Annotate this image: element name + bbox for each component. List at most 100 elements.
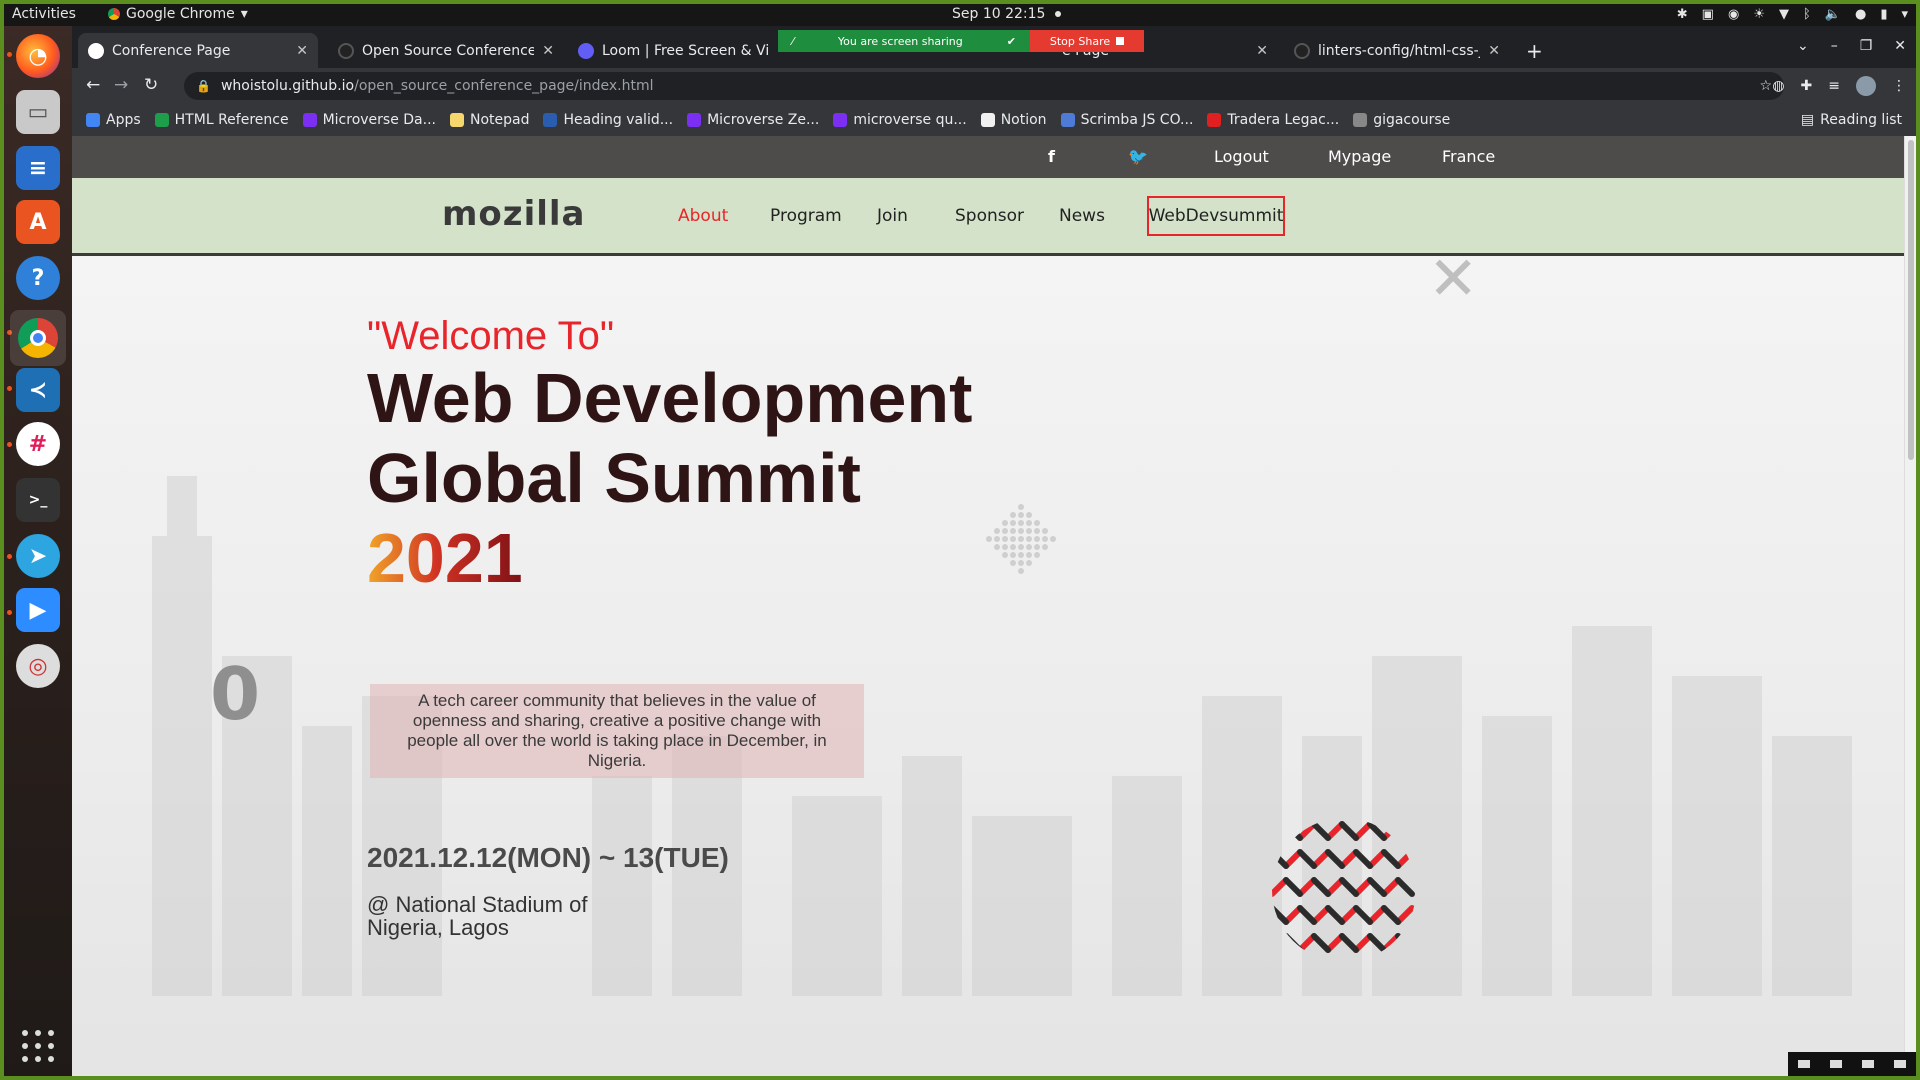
zoom-icon[interactable]: ▶ (16, 588, 60, 632)
recorder-layout-icon[interactable] (1862, 1060, 1874, 1068)
hero-section: ✕ 0 "Welcome To" Web Development Global … (72, 256, 1904, 1076)
system-tray[interactable]: ✱ ▣ ◉ ☀ ▼ ᛒ 🔈 ● ▮ ▾ (1677, 7, 1908, 22)
tab-linters-config[interactable]: linters-config/html-css-js ✕ (1284, 33, 1510, 68)
slack-icon[interactable]: # (16, 422, 60, 466)
bookmark-item[interactable]: Microverse Da... (302, 112, 436, 128)
reload-icon[interactable]: ↻ (144, 75, 158, 95)
extension-icon[interactable]: ◍ (1772, 78, 1784, 94)
twitter-icon[interactable]: 🐦 (1128, 147, 1148, 166)
bookmark-item[interactable]: Tradera Legac... (1207, 112, 1339, 128)
chrome-active-slot[interactable] (10, 310, 66, 366)
nav-about[interactable]: About (678, 206, 728, 226)
close-tab-icon[interactable]: ✕ (1256, 43, 1268, 59)
forward-icon[interactable]: → (114, 75, 128, 95)
nav-join[interactable]: Join (877, 206, 908, 226)
mypage-link[interactable]: Mypage (1328, 147, 1391, 166)
app-menu[interactable]: Google Chrome ▾ (108, 6, 248, 22)
minimize-icon[interactable]: – (1831, 38, 1838, 54)
site-logo[interactable]: mozilla (442, 194, 585, 234)
clock[interactable]: Sep 10 22:15 (952, 6, 1062, 22)
close-window-icon[interactable]: ✕ (1894, 38, 1906, 54)
desktop-screen: Activities Google Chrome ▾ Sep 10 22:15 … (4, 4, 1916, 1076)
recorder-layout-icon[interactable] (1830, 1060, 1842, 1068)
nav-news[interactable]: News (1059, 206, 1105, 226)
bookmark-label: Tradera Legac... (1227, 112, 1340, 128)
help-icon[interactable]: ? (16, 256, 60, 300)
facebook-icon[interactable]: f (1048, 147, 1055, 166)
back-icon[interactable]: ← (86, 75, 100, 95)
screen-recorder-controls[interactable] (1788, 1052, 1916, 1076)
logout-link[interactable]: Logout (1214, 147, 1269, 166)
vscode-icon[interactable]: ≺ (16, 368, 60, 412)
url-host: whoistolu.github.io (220, 78, 355, 94)
bluetooth-icon[interactable]: ᛒ (1803, 7, 1811, 22)
power-menu-icon[interactable]: ▾ (1901, 7, 1908, 22)
apps-grid-icon (86, 113, 100, 127)
diamond-dots-decoration-icon (986, 504, 1056, 574)
kebab-menu-icon[interactable]: ⋮ (1892, 78, 1906, 94)
recorder-layout-icon[interactable] (1798, 1060, 1810, 1068)
bookmark-item[interactable]: microverse qu... (833, 112, 967, 128)
page-scrollbar[interactable] (1904, 136, 1916, 1076)
battery-icon[interactable]: ▮ (1880, 7, 1887, 22)
nav-program[interactable]: Program (770, 206, 842, 226)
bookmark-item[interactable]: Scrimba JS CO... (1060, 112, 1193, 128)
headline-line-1: Web Development (367, 359, 973, 437)
bookmark-item[interactable]: Apps (86, 112, 141, 128)
shield-check-icon: ✔ (1006, 34, 1016, 48)
description-text: A tech career community that believes in… (407, 691, 827, 770)
volume-icon[interactable]: 🔈 (1825, 7, 1841, 22)
close-tab-icon[interactable]: ✕ (542, 43, 554, 59)
bookmark-item[interactable]: Microverse Ze... (687, 112, 819, 128)
bookmark-item[interactable]: HTML Reference (154, 112, 289, 128)
hero-year: 2021 (367, 519, 523, 597)
language-link[interactable]: France (1442, 147, 1495, 166)
tab-conference-page[interactable]: Conference Page ✕ (78, 33, 318, 68)
close-tab-icon[interactable]: ✕ (1488, 43, 1500, 59)
profile-avatar[interactable] (1856, 76, 1876, 96)
dock: ◔ ▭ ≡ A ? ≺ # >_ ➤ ▶ ◎ (4, 26, 72, 1076)
bookmark-label: HTML Reference (174, 112, 289, 128)
scrollbar-thumb[interactable] (1908, 140, 1914, 460)
terminal-icon[interactable]: >_ (16, 478, 60, 522)
maximize-icon[interactable]: ❐ (1860, 38, 1873, 54)
telegram-icon[interactable]: ➤ (16, 534, 60, 578)
bookmark-item[interactable]: Notion (980, 112, 1047, 128)
tab-open-source-conference[interactable]: Open Source Conference ✕ (328, 33, 564, 68)
hero-description: A tech career community that believes in… (370, 684, 864, 778)
reading-list-button[interactable]: ▤ Reading list (1801, 112, 1902, 128)
show-applications-icon[interactable] (22, 1030, 54, 1062)
slack-tray-icon[interactable]: ✱ (1677, 7, 1688, 22)
lock-icon[interactable]: 🔒 (196, 79, 211, 93)
window-controls: ⌄ – ❐ ✕ (1797, 38, 1906, 54)
wifi-icon[interactable]: ▼ (1779, 7, 1789, 22)
microphone-icon[interactable]: ● (1855, 7, 1866, 22)
zoom-tray-icon[interactable]: ▣ (1702, 7, 1714, 22)
close-tab-icon[interactable]: ✕ (296, 43, 308, 59)
chrome-tray-icon[interactable]: ◉ (1728, 7, 1739, 22)
writer-icon[interactable]: ≡ (16, 146, 60, 190)
bookmark-star-icon[interactable]: ☆ (1759, 78, 1772, 94)
stop-share-button[interactable]: Stop Share (1030, 30, 1144, 52)
software-icon[interactable]: A (16, 200, 60, 244)
activities-button[interactable]: Activities (12, 6, 76, 22)
bookmark-item[interactable]: gigacourse (1353, 112, 1450, 128)
tab-search-icon[interactable]: ⌄ (1797, 38, 1809, 54)
lifebuoy-icon[interactable]: ◎ (16, 644, 60, 688)
share-grip-icon[interactable]: ⁄ (792, 35, 794, 48)
firefox-icon[interactable]: ◔ (16, 34, 60, 78)
new-tab-button[interactable]: + (1516, 33, 1556, 68)
address-bar[interactable]: 🔒 whoistolu.github.io/open_source_confer… (184, 72, 1784, 100)
brightness-icon[interactable]: ☀ (1753, 7, 1765, 22)
tab-loom[interactable]: Loom | Free Screen & Vide (568, 33, 778, 68)
webdevsummit-button[interactable]: WebDevsummit (1147, 196, 1285, 236)
bookmark-item[interactable]: Notepad (449, 112, 529, 128)
extensions-puzzle-icon[interactable]: ✚ (1801, 78, 1813, 94)
running-indicator (7, 52, 12, 57)
media-control-icon[interactable]: ≡ (1828, 78, 1840, 94)
files-icon[interactable]: ▭ (16, 90, 60, 134)
recorder-grid-icon[interactable] (1894, 1060, 1906, 1068)
zero-slash-decoration-icon: 0 (210, 652, 261, 736)
bookmark-item[interactable]: Heading valid... (543, 112, 673, 128)
nav-sponsor[interactable]: Sponsor (955, 206, 1024, 226)
